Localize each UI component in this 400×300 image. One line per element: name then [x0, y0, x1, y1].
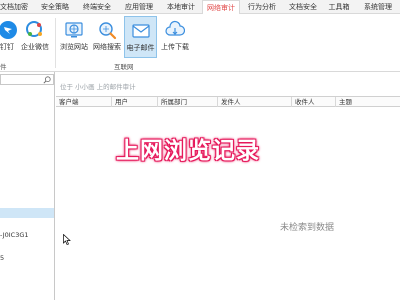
browse-website-button[interactable]: 浏览网站: [58, 16, 90, 58]
col-subject[interactable]: 主题: [336, 97, 400, 107]
table-header: 客户端 用户 所属部门 发件人 收件人 主题: [56, 96, 400, 107]
group-separator: [55, 18, 56, 68]
email-icon: [132, 24, 150, 38]
mouse-cursor-icon: [63, 234, 71, 245]
tab-network-audit[interactable]: 网络审计: [202, 0, 240, 15]
tree-search-input[interactable]: [0, 74, 54, 85]
tab-behavior-analysis[interactable]: 行为分析: [244, 0, 280, 14]
group-label-im: 件: [0, 63, 7, 71]
tab-terminal-security[interactable]: 终端安全: [80, 0, 114, 14]
upload-download-label: 上传下载: [161, 43, 189, 51]
dingtalk-icon: [0, 21, 17, 39]
wecom-label: 企业微信: [21, 43, 49, 51]
tab-app-management[interactable]: 应用管理: [122, 0, 156, 14]
col-department[interactable]: 所属部门: [158, 97, 218, 107]
tab-local-audit[interactable]: 本地审计: [164, 0, 198, 14]
col-user[interactable]: 用户: [112, 97, 158, 107]
tab-system-management[interactable]: 系统管理: [360, 0, 396, 14]
email-button[interactable]: 电子邮件: [124, 16, 157, 58]
filter-description: 位于 小小画 上的邮件审计: [60, 83, 136, 91]
tab-doc-security[interactable]: 文档安全: [286, 0, 320, 14]
tab-security-policy[interactable]: 安全策略: [38, 0, 72, 14]
upload-download-button[interactable]: 上传下载: [159, 16, 191, 58]
wecom-icon: [26, 21, 42, 37]
group-label-internet: 互联网: [114, 63, 134, 71]
col-client[interactable]: 客户端: [56, 97, 112, 107]
dingtalk-label: 钉钉: [0, 43, 14, 51]
email-audit-panel: 位于 小小画 上的邮件审计 客户端 用户 所属部门 发件人 收件人 主题 未检索…: [56, 72, 400, 300]
org-tree-panel: -J0IC3G1 5: [0, 72, 55, 300]
web-search-icon: [99, 22, 117, 40]
col-sender[interactable]: 发件人: [218, 97, 292, 107]
dingtalk-button[interactable]: 钉钉: [0, 16, 17, 58]
browse-website-icon: [65, 22, 83, 38]
tab-toolbox[interactable]: 工具箱: [326, 0, 352, 14]
upload-download-icon: [165, 20, 185, 36]
search-icon[interactable]: [43, 76, 51, 84]
tree-item-computer[interactable]: -J0IC3G1: [0, 231, 29, 239]
wecom-button[interactable]: 企业微信: [20, 16, 50, 58]
col-recipient[interactable]: 收件人: [292, 97, 336, 107]
ribbon-toolbar: 钉钉 企业微信 浏览网站 网络搜索 电子邮件 上传下载 件 互联网: [0, 14, 400, 72]
email-label: 电子邮件: [126, 44, 155, 52]
tab-doc-encrypt[interactable]: 文档加密: [0, 0, 28, 14]
web-search-label: 网络搜索: [93, 43, 121, 51]
web-search-button[interactable]: 网络搜索: [91, 16, 123, 58]
browse-website-label: 浏览网站: [60, 43, 88, 51]
menu-bar: 文档加密 安全策略 终端安全 应用管理 本地审计 网络审计 行为分析 文档安全 …: [0, 0, 400, 15]
overlay-caption: 上网浏览记录: [116, 138, 260, 164]
tree-item[interactable]: 5: [0, 254, 4, 262]
empty-state-message: 未检索到数据: [280, 223, 335, 233]
tree-selected-row[interactable]: [0, 208, 54, 218]
